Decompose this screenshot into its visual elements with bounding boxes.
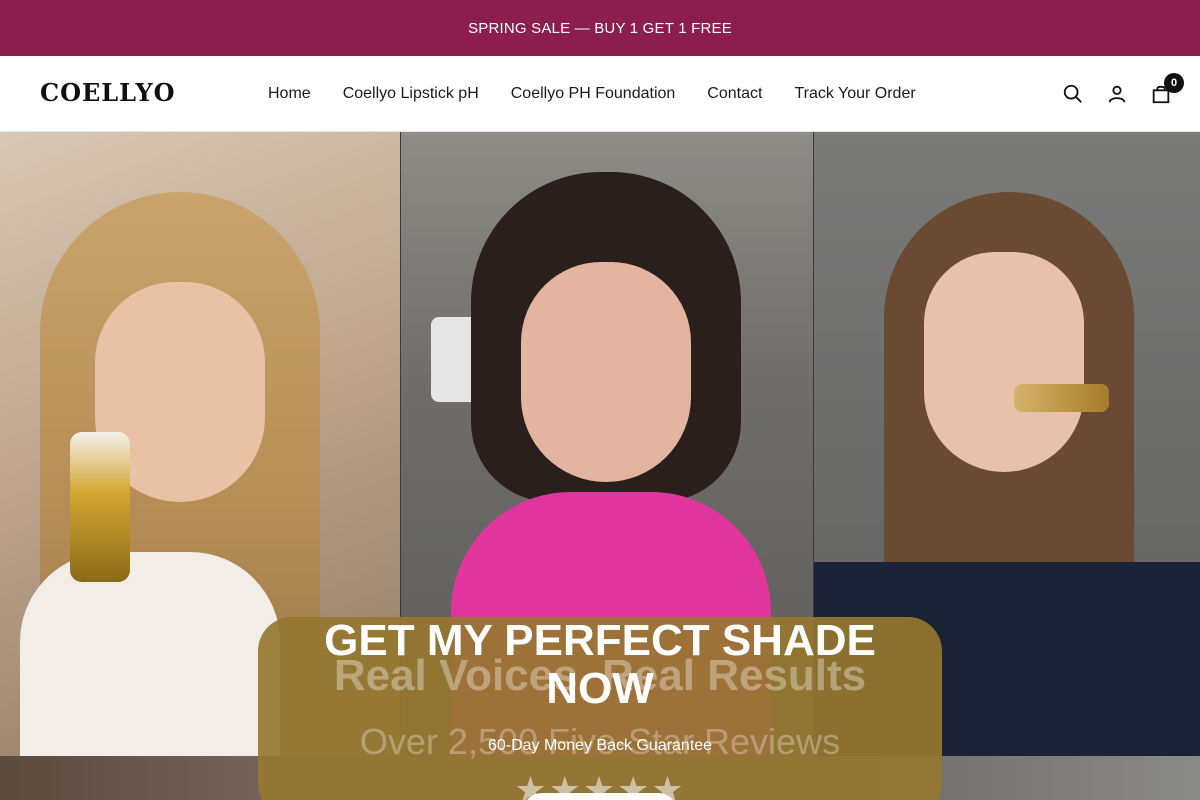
- nav-item-contact[interactable]: Contact: [707, 85, 762, 103]
- nav-item-track-order[interactable]: Track Your Order: [794, 85, 915, 103]
- cart-icon[interactable]: 0: [1150, 73, 1184, 105]
- main-nav: Home Coellyo Lipstick pH Coellyo PH Foun…: [268, 56, 916, 132]
- face-shape: [924, 252, 1084, 472]
- account-icon[interactable]: [1106, 83, 1128, 105]
- nav-item-ph-foundation[interactable]: Coellyo PH Foundation: [511, 85, 676, 103]
- hero-headline: GET MY PERFECT SHADE NOW: [324, 617, 876, 713]
- search-icon[interactable]: [1062, 83, 1084, 105]
- cart-count-badge: 0: [1164, 73, 1184, 93]
- face-shape: [521, 262, 691, 482]
- site-logo[interactable]: COELLYO: [40, 78, 176, 107]
- shirt-shape: [20, 552, 280, 756]
- site-header: COELLYO Home Coellyo Lipstick pH Coellyo…: [0, 56, 1200, 132]
- lipstick-image: [1014, 384, 1109, 412]
- announcement-text: SPRING SALE — BUY 1 GET 1 FREE: [468, 19, 732, 37]
- promo-overlay-card: Real Voices, Real Results Over 2,500 Fiv…: [258, 617, 942, 800]
- money-back-guarantee: 60-Day Money Back Guarantee: [487, 737, 713, 754]
- hero-section: Real Voices, Real Results Over 2,500 Fiv…: [0, 132, 1200, 800]
- nav-item-lipstick-ph[interactable]: Coellyo Lipstick pH: [343, 85, 479, 103]
- header-icons: 0: [1062, 56, 1184, 132]
- nav-item-home[interactable]: Home: [268, 85, 311, 103]
- foundation-bottle-image: [70, 432, 130, 582]
- announcement-bar: SPRING SALE — BUY 1 GET 1 FREE: [0, 0, 1200, 56]
- shop-now-button[interactable]: [522, 793, 678, 800]
